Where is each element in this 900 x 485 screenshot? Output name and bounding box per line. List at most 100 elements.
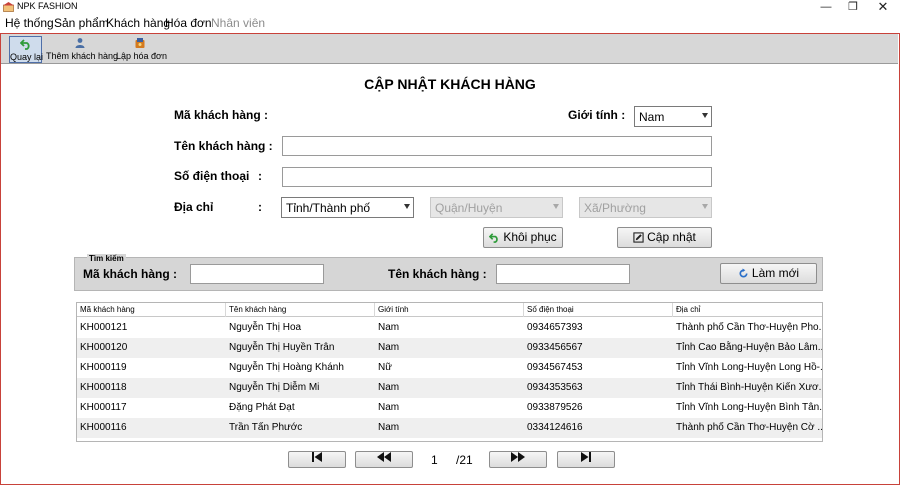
create-invoice-label: Lập hóa đơn (116, 51, 167, 61)
rewind-icon (377, 452, 391, 462)
search-name-field[interactable] (496, 264, 630, 284)
cell-id: KH000116 (80, 422, 127, 433)
column-header-name[interactable]: Tên khách hàng (226, 303, 375, 317)
add-customer-button[interactable]: Thêm khách hàng (46, 36, 119, 63)
cell-gender: Nam (378, 382, 400, 393)
cell-address: Tỉnh Thái Bình-Huyện Kiến Xươ... (676, 382, 822, 393)
phone-field[interactable] (282, 167, 712, 187)
gender-select[interactable]: Nam (634, 106, 712, 127)
cell-id: KH000117 (80, 402, 127, 413)
district-value: Quận/Huyện (435, 201, 503, 215)
province-select[interactable]: Tỉnh/Thành phố (281, 197, 414, 218)
cell-gender: Nam (378, 342, 400, 353)
chevron-down-icon (404, 204, 410, 209)
chevron-down-icon (702, 113, 708, 118)
table-row[interactable]: KH000119 Nguyễn Thị Hoàng Khánh Nữ 09345… (77, 358, 822, 378)
cell-phone: 0934353563 (527, 382, 583, 393)
back-label: Quay lại (10, 52, 44, 62)
cell-phone: 0334124616 (527, 422, 583, 433)
ward-value: Xã/Phường (584, 201, 646, 215)
address-colon: : (258, 200, 262, 214)
search-id-label: Mã khách hàng : (83, 267, 178, 281)
menu-san-pham[interactable]: Sản phẩm (54, 16, 109, 30)
search-id-field[interactable] (190, 264, 324, 284)
invoice-icon (135, 38, 145, 48)
name-label: Tên khách hàng : (174, 139, 273, 153)
cell-gender: Nam (378, 402, 400, 413)
column-header-phone[interactable]: Số điện thoại (524, 303, 673, 317)
fast-forward-icon (511, 452, 525, 462)
name-field[interactable] (282, 136, 712, 156)
cell-phone: 0934657393 (527, 322, 583, 333)
cell-address: Thành phố Cần Thơ-Huyện Pho... (676, 322, 822, 333)
cell-name: Trần Tấn Phước (229, 422, 303, 433)
district-select[interactable]: Quận/Huyện (430, 197, 563, 218)
cell-id: KH000120 (80, 342, 128, 353)
cell-name: Nguyễn Thị Hoàng Khánh (229, 362, 344, 373)
refresh-button[interactable]: Làm mới (720, 263, 817, 284)
cell-id: KH000119 (80, 362, 127, 373)
menu-khach-hang[interactable]: Khách hàng (106, 16, 170, 30)
table-row[interactable]: KH000117 Đặng Phát Đạt Nam 0933879526 Tỉ… (77, 398, 822, 418)
menu-bar: Hệ thống Sản phẩm Khách hàng Hóa đơn Nhâ… (0, 15, 900, 33)
search-name-label: Tên khách hàng : (388, 267, 487, 281)
cell-phone: 0933456567 (527, 342, 583, 353)
cell-name: Nguyễn Thị Hoa (229, 322, 302, 333)
restore-button[interactable]: ❐ (838, 0, 868, 15)
update-button[interactable]: Cập nhật (617, 227, 712, 248)
restore-data-button[interactable]: Khôi phục (483, 227, 563, 248)
cell-id: KH000121 (80, 322, 128, 333)
address-label: Địa chỉ (174, 200, 214, 214)
phone-colon: : (258, 169, 262, 183)
last-page-button[interactable] (557, 451, 615, 468)
cell-address: Tỉnh Cao Bằng-Huyện Bảo Lâm... (676, 342, 822, 353)
table-row[interactable]: KH000118 Nguyễn Thị Diễm Mi Nam 09343535… (77, 378, 822, 398)
column-header-id[interactable]: Mã khách hàng (77, 303, 226, 317)
form-title: CẬP NHẬT KHÁCH HÀNG (364, 76, 536, 92)
restore-label: Khôi phục (503, 230, 557, 244)
cell-name: Đặng Phát Đạt (229, 402, 295, 413)
create-invoice-button[interactable]: Lập hóa đơn (116, 36, 167, 63)
table-row[interactable]: KH000121 Nguyễn Thị Hoa Nam 0934657393 T… (77, 318, 822, 338)
cell-name: Nguyễn Thị Huyền Trân (229, 342, 335, 353)
last-page-icon (581, 452, 591, 462)
province-value: Tỉnh/Thành phố (286, 201, 371, 215)
customer-table: Mã khách hàng Tên khách hàng Giới tính S… (76, 302, 823, 442)
table-row[interactable]: KH000116 Trần Tấn Phước Nam 0334124616 T… (77, 418, 822, 438)
prev-page-button[interactable] (355, 451, 413, 468)
search-panel: Tìm kiếm Mã khách hàng : Tên khách hàng … (74, 254, 823, 291)
refresh-label: Làm mới (751, 266, 800, 280)
chevron-down-icon (702, 204, 708, 209)
table-row[interactable]: KH000120 Nguyễn Thị Huyền Trân Nam 09334… (77, 338, 822, 358)
cell-address: Tỉnh Vĩnh Long-Huyện Bình Tân... (676, 402, 822, 413)
ward-select[interactable]: Xã/Phường (579, 197, 712, 218)
edit-icon (633, 232, 644, 243)
cell-gender: Nữ (378, 362, 392, 373)
customer-id-label: Mã khách hàng : (174, 108, 269, 122)
cell-id: KH000118 (80, 382, 127, 393)
cell-address: Thành phố Cần Thơ-Huyện Cờ ... (676, 422, 822, 433)
app-icon (3, 2, 14, 12)
table-header: Mã khách hàng Tên khách hàng Giới tính S… (77, 303, 822, 317)
cell-gender: Nam (378, 322, 400, 333)
next-page-button[interactable] (489, 451, 547, 468)
menu-he-thong[interactable]: Hệ thống (5, 16, 54, 30)
back-button[interactable]: Quay lại (9, 36, 44, 63)
column-header-gender[interactable]: Giới tính (375, 303, 524, 317)
menu-nhan-vien[interactable]: Nhân viên (211, 16, 265, 30)
cell-phone: 0934567453 (527, 362, 583, 373)
cell-phone: 0933879526 (527, 402, 583, 413)
title-bar: NPK FASHION — ❐ ✕ (0, 0, 900, 15)
first-page-icon (312, 452, 322, 462)
menu-hoa-don[interactable]: Hóa đơn (165, 16, 212, 30)
first-page-button[interactable] (288, 451, 346, 468)
current-page: 1 (431, 453, 438, 467)
add-customer-label: Thêm khách hàng (46, 51, 119, 61)
toolbar: Quay lại Thêm khách hàng Lập hóa đơn (1, 34, 898, 64)
column-header-address[interactable]: Địa chỉ (673, 303, 822, 317)
minimize-button[interactable]: — (811, 0, 841, 15)
gender-value: Nam (639, 110, 665, 124)
undo-arrow-icon (19, 39, 30, 50)
cell-address: Tỉnh Vĩnh Long-Huyện Long Hồ-... (676, 362, 822, 373)
close-button[interactable]: ✕ (868, 0, 898, 15)
